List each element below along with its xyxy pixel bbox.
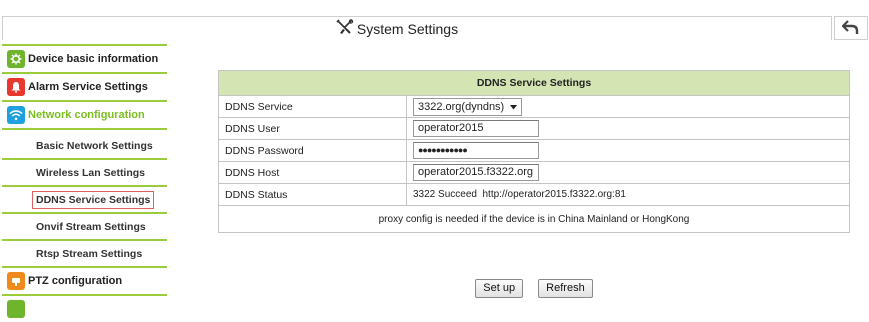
refresh-button[interactable]: Refresh <box>538 279 593 298</box>
sidebar-item-label: Device basic information <box>28 53 159 65</box>
sidebar-subitem-label: Wireless Lan Settings <box>36 167 146 179</box>
ddns-service-value: 3322.org(dyndns) <box>418 100 505 113</box>
tools-icon <box>336 19 354 38</box>
sidebar-item-alarm[interactable]: Alarm Service Settings <box>2 74 167 100</box>
chevron-down-icon <box>510 101 518 113</box>
proxy-note: proxy config is needed if the device is … <box>218 205 850 233</box>
sidebar-subitem-rtsp-stream[interactable]: Rtsp Stream Settings <box>2 241 167 267</box>
ddns-service-select[interactable]: 3322.org(dyndns) <box>413 97 523 116</box>
sidebar-subitem-basic-network[interactable]: Basic Network Settings <box>2 133 167 159</box>
ptz-icon <box>7 272 25 290</box>
ddns-host-label: DDNS Host <box>218 161 407 184</box>
more-icon <box>7 300 25 318</box>
ddns-host-input[interactable]: operator2015.f3322.org <box>413 164 539 181</box>
section-title: DDNS Service Settings <box>218 70 850 96</box>
sidebar-item-device-info[interactable]: Device basic information <box>2 46 167 72</box>
sidebar-subitem-label: DDNS Service Settings <box>32 191 155 209</box>
back-button[interactable] <box>834 16 868 40</box>
button-row: Set up Refresh <box>218 279 850 298</box>
sidebar-item-network[interactable]: Network configuration <box>2 102 167 128</box>
divider <box>2 128 167 130</box>
sidebar-subitem-onvif-stream[interactable]: Onvif Stream Settings <box>2 214 167 240</box>
header-bar: System Settings <box>0 0 869 40</box>
ddns-user-input[interactable]: operator2015 <box>413 120 539 137</box>
sidebar: Device basic information Alarm Service S… <box>2 40 167 318</box>
bell-icon <box>7 78 25 96</box>
sidebar-subitem-wireless-lan[interactable]: Wireless Lan Settings <box>2 160 167 186</box>
sidebar-item-label: Alarm Service Settings <box>28 81 148 93</box>
gear-icon <box>7 50 25 68</box>
sidebar-item-label: Network configuration <box>28 109 145 121</box>
sidebar-subitem-label: Onvif Stream Settings <box>36 221 146 233</box>
ddns-password-label: DDNS Password <box>218 139 407 162</box>
ddns-user-label: DDNS User <box>218 117 407 140</box>
back-arrow-icon <box>841 19 860 38</box>
sidebar-item-more[interactable] <box>2 296 167 322</box>
ddns-settings-table: DDNS Service Settings DDNS Service 3322.… <box>218 70 850 233</box>
sidebar-subitem-label: Rtsp Stream Settings <box>36 248 143 260</box>
title-bar: System Settings <box>2 16 832 40</box>
setup-button[interactable]: Set up <box>475 279 524 298</box>
ddns-status-value: 3322 Succeed http://operator2015.f3322.o… <box>406 183 850 206</box>
sidebar-item-label: PTZ configuration <box>28 275 123 287</box>
ddns-service-label: DDNS Service <box>218 95 407 118</box>
sidebar-subitem-ddns[interactable]: DDNS Service Settings <box>2 187 167 213</box>
ddns-password-input[interactable]: ●●●●●●●●●●● <box>413 142 539 159</box>
ddns-status-label: DDNS Status <box>218 183 407 206</box>
sidebar-subitem-label: Basic Network Settings <box>36 140 153 152</box>
ddns-panel: DDNS Service Settings DDNS Service 3322.… <box>218 70 850 298</box>
sidebar-item-ptz[interactable]: PTZ configuration <box>2 268 167 294</box>
wifi-icon <box>7 106 25 124</box>
page-title: System Settings <box>356 20 459 37</box>
